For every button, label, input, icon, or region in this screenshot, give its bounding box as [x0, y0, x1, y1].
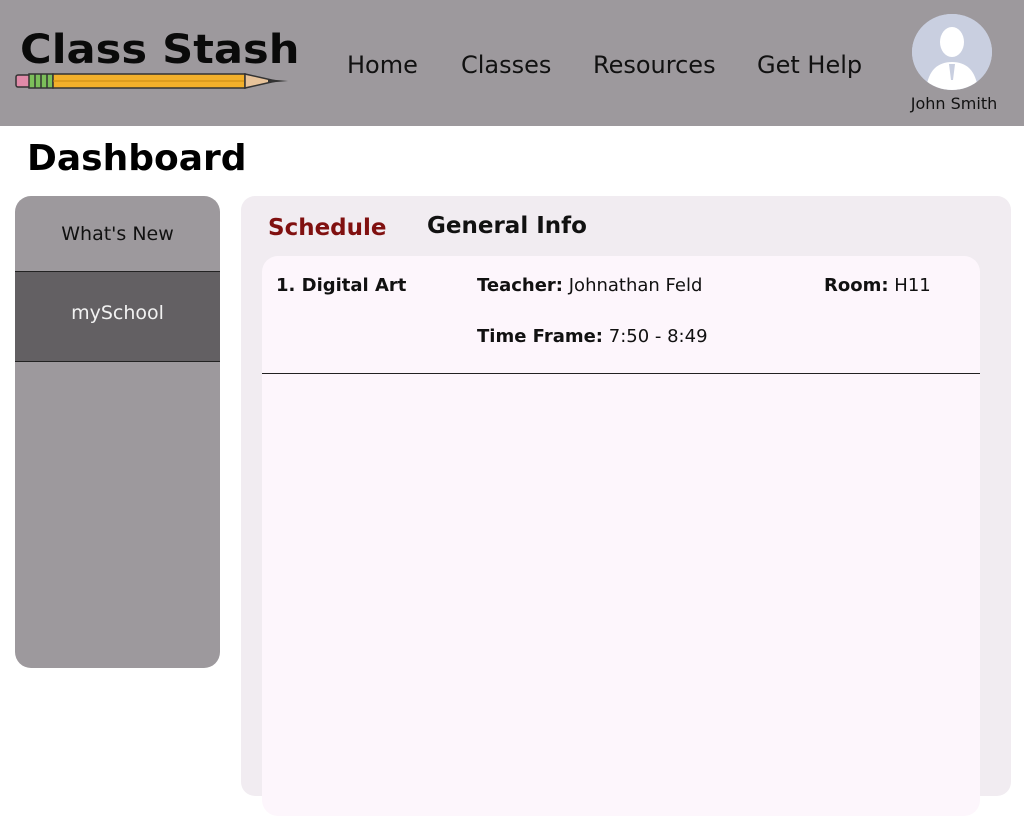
sidebar-item-myschool[interactable]: mySchool — [15, 272, 220, 362]
tab-general-info[interactable]: General Info — [427, 210, 587, 242]
user-name: John Smith — [910, 94, 998, 113]
class-name: 1. Digital Art — [276, 275, 407, 296]
user-silhouette-icon — [912, 14, 992, 90]
content-panel: Schedule General Info 1. Digital Art Tea… — [241, 196, 1011, 816]
pencil-icon — [15, 73, 288, 89]
sidebar-item-whats-new[interactable]: What's New — [15, 196, 220, 272]
room-field: Room: H11 — [824, 274, 931, 298]
nav-classes[interactable]: Classes — [461, 50, 551, 80]
sidebar: What's New mySchool — [15, 196, 220, 668]
schedule-card: 1. Digital Art Teacher: Johnathan Feld R… — [262, 256, 980, 816]
nav-resources[interactable]: Resources — [593, 50, 716, 80]
room-value: H11 — [894, 275, 931, 296]
timeframe-field: Time Frame: 7:50 - 8:49 — [477, 325, 708, 349]
teacher-label: Teacher: — [477, 275, 564, 296]
tab-schedule[interactable]: Schedule — [268, 212, 387, 244]
avatar[interactable] — [912, 14, 992, 90]
teacher-value: Johnathan Feld — [568, 275, 703, 296]
page-title: Dashboard — [27, 138, 247, 179]
logo[interactable]: Class Stash — [14, 26, 300, 96]
row-divider — [262, 373, 980, 374]
top-header: Class Stash Home Classes Resources Get H… — [0, 0, 1024, 126]
user-profile[interactable]: John Smith — [905, 14, 1005, 114]
timeframe-value: 7:50 - 8:49 — [608, 326, 708, 347]
nav-get-help[interactable]: Get Help — [757, 50, 862, 80]
room-label: Room: — [824, 275, 889, 296]
teacher-field: Teacher: Johnathan Feld — [477, 274, 702, 298]
timeframe-label: Time Frame: — [477, 326, 604, 347]
nav-home[interactable]: Home — [347, 50, 418, 80]
logo-text: Class Stash — [20, 27, 300, 73]
